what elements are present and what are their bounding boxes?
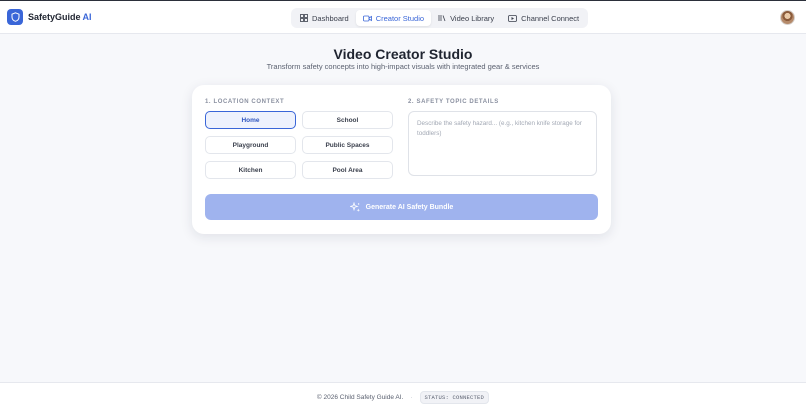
tab-channel-connect[interactable]: Channel Connect [501,10,586,26]
tab-creator-studio-label: Creator Studio [375,13,425,23]
video-camera-icon [362,15,372,21]
top-header: SafetyGuide AI Dashboard Creator Studio [0,0,806,34]
tab-creator-studio[interactable]: Creator Studio [355,10,432,26]
sparkles-icon [349,201,360,212]
page-subtitle: Transform safety concepts into high-impa… [266,62,540,71]
location-option-home[interactable]: Home [205,111,296,129]
copyright-text: © 2026 Child Safety Guide AI. [316,394,404,401]
page-title: Video Creator Studio [333,46,473,62]
brand-accent: AI [82,12,92,22]
footer-separator: · [410,394,413,401]
tab-dashboard-label: Dashboard [312,13,349,23]
topic-section-label: 2. SAFETY TOPIC DETAILS [408,99,499,105]
location-option-playground[interactable]: Playground [205,136,296,154]
location-option-public-spaces[interactable]: Public Spaces [302,136,393,154]
creator-card: 1. LOCATION CONTEXT 2. SAFETY TOPIC DETA… [192,85,611,234]
avatar[interactable] [780,10,795,25]
status-badge: STATUS: CONNECTED [419,391,490,404]
tab-video-library-label: Video Library [450,13,495,23]
safety-topic-input[interactable] [408,111,597,176]
generate-bundle-button[interactable]: Generate AI Safety Bundle [205,194,598,220]
main-nav: Dashboard Creator Studio Video Library C… [291,8,589,28]
location-option-school[interactable]: School [302,111,393,129]
library-icon [438,15,446,22]
grid-icon [300,14,308,22]
brand[interactable]: SafetyGuide AI [7,9,92,25]
location-option-kitchen[interactable]: Kitchen [205,161,296,179]
generate-bundle-label: Generate AI Safety Bundle [365,203,454,211]
location-option-pool-area[interactable]: Pool Area [302,161,393,179]
tab-video-library[interactable]: Video Library [431,10,501,26]
play-box-icon [508,14,518,22]
footer: © 2026 Child Safety Guide AI. · STATUS: … [0,382,806,412]
tab-dashboard[interactable]: Dashboard [293,10,356,26]
shield-icon [7,9,23,25]
location-section-label: 1. LOCATION CONTEXT [205,99,285,105]
brand-name: SafetyGuide [28,12,81,22]
tab-channel-connect-label: Channel Connect [521,13,580,23]
